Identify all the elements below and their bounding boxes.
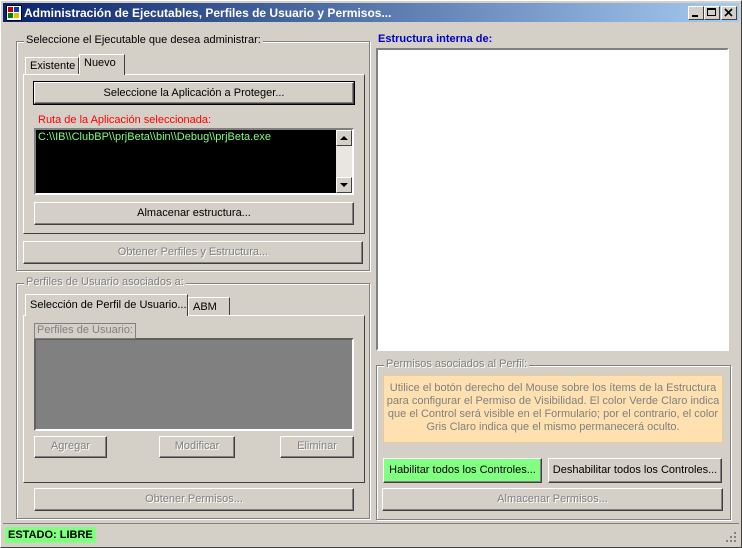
path-value: C:\\IB\\ClubBP\\prjBeta\\bin\\Debug\\prj… bbox=[38, 131, 271, 143]
arrow-up-icon bbox=[340, 136, 348, 140]
scroll-down-button[interactable] bbox=[336, 177, 352, 193]
scroll-up-button[interactable] bbox=[336, 130, 352, 146]
window-title: Administración de Ejecutables, Perfiles … bbox=[24, 6, 392, 20]
title-bar[interactable]: Administración de Ejecutables, Perfiles … bbox=[3, 3, 739, 22]
modify-button[interactable]: Modificar bbox=[159, 436, 235, 458]
maximize-icon bbox=[707, 8, 716, 16]
permissions-info: Utilice el botón derecho del Mouse sobre… bbox=[383, 375, 723, 443]
profiles-list[interactable] bbox=[34, 338, 354, 431]
add-button[interactable]: Agregar bbox=[34, 436, 107, 458]
structure-title: Estructura interna de: bbox=[378, 33, 493, 45]
exe-group-legend: Seleccione el Ejecutable que desea admin… bbox=[24, 34, 263, 46]
tab-existente[interactable]: Existente bbox=[25, 57, 79, 75]
disable-all-button[interactable]: Deshabilitar todos los Controles... bbox=[548, 458, 722, 483]
arrow-down-icon bbox=[340, 183, 348, 187]
tab-nuevo[interactable]: Nuevo bbox=[79, 54, 125, 75]
app-icon[interactable] bbox=[6, 5, 22, 21]
path-scrollbar[interactable] bbox=[336, 130, 352, 193]
status-text: ESTADO: LIBRE bbox=[5, 527, 96, 543]
close-button[interactable] bbox=[721, 6, 737, 20]
maximize-button[interactable] bbox=[704, 6, 720, 20]
permissions-group-legend: Permisos asociados al Perfil: bbox=[384, 358, 530, 370]
store-permissions-button[interactable]: Almacenar Permisos... bbox=[382, 488, 723, 511]
minimize-icon bbox=[692, 15, 698, 17]
enable-all-button[interactable]: Habilitar todos los Controles... bbox=[383, 458, 542, 483]
structure-tree[interactable] bbox=[376, 48, 729, 351]
resize-grip-icon[interactable] bbox=[725, 531, 737, 543]
path-label: Ruta de la Aplicación seleccionada: bbox=[38, 114, 212, 126]
minimize-button[interactable] bbox=[688, 6, 704, 20]
profiles-group-legend: Perfiles de Usuario asociados a: bbox=[24, 276, 186, 288]
profiles-list-legend: Perfiles de Usuario: bbox=[34, 323, 136, 339]
tab-abm[interactable]: ABM bbox=[188, 297, 230, 316]
store-structure-button[interactable]: Almacenar estructura... bbox=[34, 202, 354, 225]
close-icon bbox=[724, 8, 733, 17]
path-textbox[interactable]: C:\\IB\\ClubBP\\prjBeta\\bin\\Debug\\prj… bbox=[34, 128, 354, 195]
status-bar: ESTADO: LIBRE bbox=[3, 523, 739, 546]
get-permissions-button[interactable]: Obtener Permisos... bbox=[34, 488, 354, 511]
main-window: Administración de Ejecutables, Perfiles … bbox=[0, 0, 742, 548]
tab-seleccion-perfil[interactable]: Selección de Perfil de Usuario... bbox=[25, 294, 188, 316]
get-profiles-button[interactable]: Obtener Perfiles y Estructura... bbox=[23, 241, 363, 264]
select-app-button[interactable]: Seleccione la Aplicación a Proteger... bbox=[33, 81, 355, 105]
delete-button[interactable]: Eliminar bbox=[280, 436, 354, 458]
